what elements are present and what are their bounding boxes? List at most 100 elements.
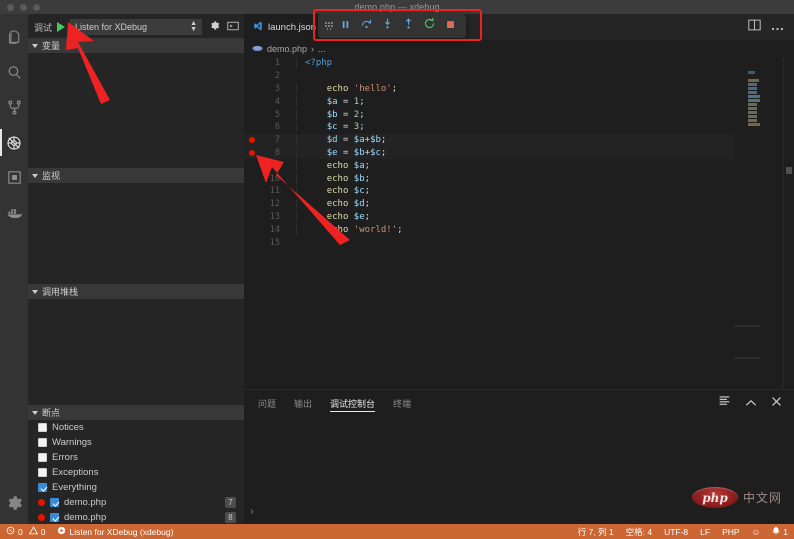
pane-variables-body[interactable]	[28, 53, 244, 168]
breakpoint-checkbox[interactable]	[50, 498, 59, 507]
breadcrumb[interactable]: demo.php › ...	[244, 40, 794, 57]
floating-debug-toolbar[interactable]	[318, 14, 466, 38]
debug-stop-button[interactable]	[441, 17, 460, 36]
debug-pause-button[interactable]	[336, 17, 355, 36]
debug-step-over-button[interactable]	[357, 17, 376, 36]
code-line[interactable]: 13 echo $e;	[244, 211, 734, 224]
breakpoint-label: Everything	[52, 482, 97, 493]
status-notifications[interactable]: 1	[766, 524, 794, 539]
code-line[interactable]: 2	[244, 70, 734, 83]
status-indentation[interactable]: 空格: 4	[620, 524, 658, 539]
code-line[interactable]: 5 $b = 2;	[244, 108, 734, 121]
activity-item-extensions[interactable]	[0, 160, 28, 195]
breakpoint-checkbox[interactable]	[38, 468, 47, 477]
status-problems[interactable]: 0 0	[0, 524, 51, 539]
breakpoint-checkbox[interactable]	[50, 513, 59, 522]
breakpoint-checkbox[interactable]	[38, 483, 47, 492]
panel-tab[interactable]: 调试控制台	[330, 390, 376, 416]
breakpoint-checkbox[interactable]	[38, 438, 47, 447]
activity-item-docker[interactable]	[0, 195, 28, 230]
breakpoint-row[interactable]: demo.php 7	[28, 495, 244, 510]
open-launch-settings-button[interactable]	[207, 20, 221, 34]
breadcrumb-file[interactable]: demo.php	[267, 44, 307, 54]
ellipsis-icon[interactable]	[771, 18, 784, 36]
gear-icon	[209, 18, 220, 36]
code-line[interactable]: 14 echo 'world!';	[244, 223, 734, 236]
grip-icon[interactable]	[324, 22, 334, 30]
breakpoint-label: Warnings	[52, 437, 92, 448]
watermark: php 中文网	[691, 487, 782, 508]
split-editor-icon[interactable]	[748, 18, 761, 36]
panel-tab[interactable]: 问题	[258, 390, 276, 416]
debug-configuration-select[interactable]: Listen for XDebug ▲ ▼	[70, 19, 202, 35]
activity-item-source-control[interactable]	[0, 90, 28, 125]
tab-launch-json[interactable]: launch.json	[244, 14, 327, 40]
breakpoint-row[interactable]: Notices	[28, 420, 244, 435]
panel-tab[interactable]: 输出	[294, 390, 312, 416]
open-debug-console-button[interactable]	[226, 20, 240, 34]
status-language-mode[interactable]: PHP	[716, 524, 745, 539]
breakpoint-checkbox[interactable]	[38, 423, 47, 432]
breakpoint-gutter[interactable]	[244, 149, 260, 157]
panel-tab[interactable]: 终端	[393, 390, 411, 416]
pane-watch-header[interactable]: 监视	[28, 168, 244, 183]
activity-item-explorer[interactable]	[0, 20, 28, 55]
pane-breakpoints-header[interactable]: 断点	[28, 405, 244, 420]
status-cursor-position[interactable]: 行 7, 列 1	[572, 524, 620, 539]
breakpoint-row[interactable]: Everything	[28, 480, 244, 495]
line-text: $e = $b+$c;	[296, 147, 734, 158]
chevron-up-icon[interactable]	[745, 394, 757, 412]
status-encoding[interactable]: UTF-8	[658, 524, 694, 539]
code-line[interactable]: 9 echo $a;	[244, 159, 734, 172]
minimap[interactable]	[734, 57, 794, 389]
breakpoint-gutter[interactable]	[244, 136, 260, 144]
activity-item-run-and-debug[interactable]	[0, 125, 28, 160]
pane-variables-header[interactable]: 变量	[28, 38, 244, 53]
activity-item-manage[interactable]	[0, 489, 28, 524]
pane-breakpoints: 断点 Notices Warnings Errors Exceptions Everyt…	[28, 405, 244, 524]
debug-step-out-button[interactable]	[399, 17, 418, 36]
code-line[interactable]: 1 <?php	[244, 57, 734, 70]
line-number: 5	[274, 109, 280, 120]
line-text: <?php	[296, 58, 734, 69]
pane-call-stack-body[interactable]	[28, 299, 244, 405]
close-icon[interactable]	[771, 394, 782, 412]
breakpoint-row[interactable]: Warnings	[28, 435, 244, 450]
debug-restart-button[interactable]	[420, 17, 439, 36]
console-prompt[interactable]: ›	[250, 506, 254, 518]
status-debug-session[interactable]: Listen for XDebug (xdebug)	[51, 524, 179, 539]
code-line[interactable]: 15	[244, 236, 734, 249]
clear-console-icon[interactable]	[718, 394, 731, 412]
code-lines[interactable]: 1 <?php 2 3 echo 'hello'; 4 $a = 1; 5 $b = 2;…	[244, 57, 734, 389]
line-text: echo 'world!';	[296, 224, 734, 235]
code-line[interactable]: 12 echo $d;	[244, 198, 734, 211]
watermark-text: 中文网	[742, 491, 782, 505]
code-editor[interactable]: 1 <?php 2 3 echo 'hello'; 4 $a = 1; 5 $b = 2;…	[244, 57, 794, 389]
extensions-icon	[6, 169, 23, 186]
code-line[interactable]: 6 $c = 3;	[244, 121, 734, 134]
activity-item-search[interactable]	[0, 55, 28, 90]
breakpoint-row[interactable]: Errors	[28, 450, 244, 465]
editor-scrollbar[interactable]	[786, 167, 792, 174]
activity-bar	[0, 14, 28, 524]
debug-step-into-button[interactable]	[378, 17, 397, 36]
breakpoint-checkbox[interactable]	[38, 453, 47, 462]
code-line[interactable]: 10 echo $b;	[244, 172, 734, 185]
breadcrumb-rest[interactable]: ...	[318, 44, 326, 54]
code-line[interactable]: 7 $d = $a+$b;	[244, 133, 734, 147]
code-line[interactable]: 11 echo $c;	[244, 185, 734, 198]
debug-configuration-value: Listen for XDebug	[75, 22, 148, 32]
pane-call-stack-header[interactable]: 调用堆栈	[28, 284, 244, 299]
breakpoint-row[interactable]: demo.php 8	[28, 510, 244, 524]
breakpoint-row[interactable]: Exceptions	[28, 465, 244, 480]
status-feedback-smiley-icon[interactable]: ☺	[746, 524, 767, 539]
code-line[interactable]: 3 echo 'hello';	[244, 83, 734, 96]
code-line[interactable]: 8 $e = $b+$c;	[244, 146, 734, 160]
start-debugging-button[interactable]	[57, 22, 66, 32]
code-line[interactable]: 4 $a = 1;	[244, 95, 734, 108]
debug-console-body[interactable]: › php 中文网	[244, 416, 794, 524]
status-eol[interactable]: LF	[694, 524, 716, 539]
pane-watch-body[interactable]	[28, 183, 244, 284]
pane-variables-title: 变量	[42, 41, 61, 51]
pane-variables: 变量	[28, 38, 244, 168]
